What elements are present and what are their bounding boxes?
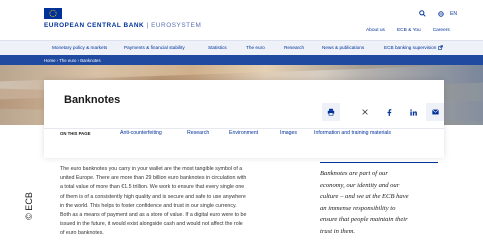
quote-line: ensure that people maintain their xyxy=(320,216,408,224)
link-anti-counterfeiting[interactable]: Anti-counterfeiting xyxy=(120,130,162,136)
bank-wordmark[interactable]: EUROPEAN CENTRAL BANK | EUROSYSTEM xyxy=(44,22,201,29)
page-header-card: Banknotes ON THIS PAGE Anti-counterfeiti… xyxy=(44,80,444,158)
top-links: About us ECB & You Careers xyxy=(366,28,450,33)
search-icon[interactable] xyxy=(419,10,426,17)
link-information-training[interactable]: Information and training materials xyxy=(314,130,391,136)
breadcrumb: Home › The euro › Banknotes xyxy=(44,58,101,63)
nav-research[interactable]: Research xyxy=(284,45,322,50)
share-mail-button[interactable] xyxy=(426,103,444,121)
quote-divider xyxy=(320,162,438,163)
main-navigation: Monetary policy & markets Payments & fin… xyxy=(0,40,483,56)
ecb-and-you-link[interactable]: ECB & You xyxy=(397,28,421,33)
intro-line: united Europe. There are more than 29 bi… xyxy=(60,175,247,182)
share-facebook-button[interactable] xyxy=(380,103,398,121)
nav-statistics[interactable]: Statistics xyxy=(208,45,246,50)
facebook-icon xyxy=(387,108,392,116)
external-link-icon xyxy=(438,45,444,50)
intro-line: The euro banknotes you carry in your wal… xyxy=(60,166,243,172)
ecb-flag-logo[interactable] xyxy=(44,8,62,19)
nav-payments[interactable]: Payments & financial stability xyxy=(124,45,208,50)
on-this-page-label: ON THIS PAGE xyxy=(60,131,91,136)
print-button[interactable] xyxy=(322,103,340,121)
globe-icon xyxy=(438,10,444,17)
system-name: EUROSYSTEM xyxy=(151,22,202,29)
intro-paragraph: The euro banknotes you carry in your wal… xyxy=(60,165,308,239)
pull-quote: Banknotes are part of our economy, our i… xyxy=(320,168,445,238)
intro-line: of euro banknotes. xyxy=(60,230,104,237)
intro-line: Both as a means of payment and as a stor… xyxy=(60,212,247,219)
breadcrumb-separator: › xyxy=(77,57,80,63)
wordmark-separator: | xyxy=(146,22,149,29)
share-linkedin-button[interactable] xyxy=(404,103,422,121)
mail-icon xyxy=(431,109,439,115)
careers-link[interactable]: Careers xyxy=(433,28,450,33)
intro-line: a total value of more than €1.5 trillion… xyxy=(60,184,245,191)
breadcrumb-bar: Home › The euro › Banknotes xyxy=(0,55,483,65)
nav-the-euro[interactable]: The euro xyxy=(246,45,284,50)
intro-line: in the world. This helps to foster confi… xyxy=(60,202,237,209)
intro-line: issued in the future, it would exist alo… xyxy=(60,221,243,228)
nav-banking-supervision-label: ECB banking supervision xyxy=(384,45,437,50)
x-icon xyxy=(362,109,368,115)
about-us-link[interactable]: About us xyxy=(366,28,385,33)
link-environment[interactable]: Environment xyxy=(229,130,258,136)
card-divider xyxy=(44,128,444,129)
link-research[interactable]: Research xyxy=(187,130,209,136)
print-icon xyxy=(327,108,335,116)
quote-line: Banknotes are part of our xyxy=(320,170,388,177)
language-code: EN xyxy=(450,10,457,17)
language-selector[interactable]: EN xyxy=(438,11,457,17)
link-images[interactable]: Images xyxy=(280,130,297,136)
copyright-credit: © ECB xyxy=(23,186,35,226)
quote-line: economy, our identity and our xyxy=(320,181,400,189)
nav-banking-supervision[interactable]: ECB banking supervision xyxy=(384,45,444,50)
quote-line: culture – and we at the ECB have xyxy=(320,193,409,201)
breadcrumb-banknotes[interactable]: Banknotes xyxy=(80,58,100,63)
copyright-text: © ECB xyxy=(24,192,34,220)
intro-line: of them is of a consistently high qualit… xyxy=(60,193,246,200)
breadcrumb-home[interactable]: Home xyxy=(44,58,55,63)
breadcrumb-separator: › xyxy=(56,57,59,63)
breadcrumb-the-euro[interactable]: The euro xyxy=(59,58,76,63)
bank-name: EUROPEAN CENTRAL BANK xyxy=(44,22,145,29)
nav-news-publications[interactable]: News & publications xyxy=(322,45,384,50)
quote-line: trust in them. xyxy=(320,227,355,235)
share-x-button[interactable] xyxy=(356,103,374,121)
page-title: Banknotes xyxy=(64,94,121,106)
header-tools: EN xyxy=(419,10,457,17)
nav-monetary-policy[interactable]: Monetary policy & markets xyxy=(52,45,124,50)
linkedin-icon xyxy=(409,108,417,116)
site-header: EUROPEAN CENTRAL BANK | EUROSYSTEM EN Ab… xyxy=(0,0,483,40)
quote-line: an immense responsibility to xyxy=(320,204,396,212)
